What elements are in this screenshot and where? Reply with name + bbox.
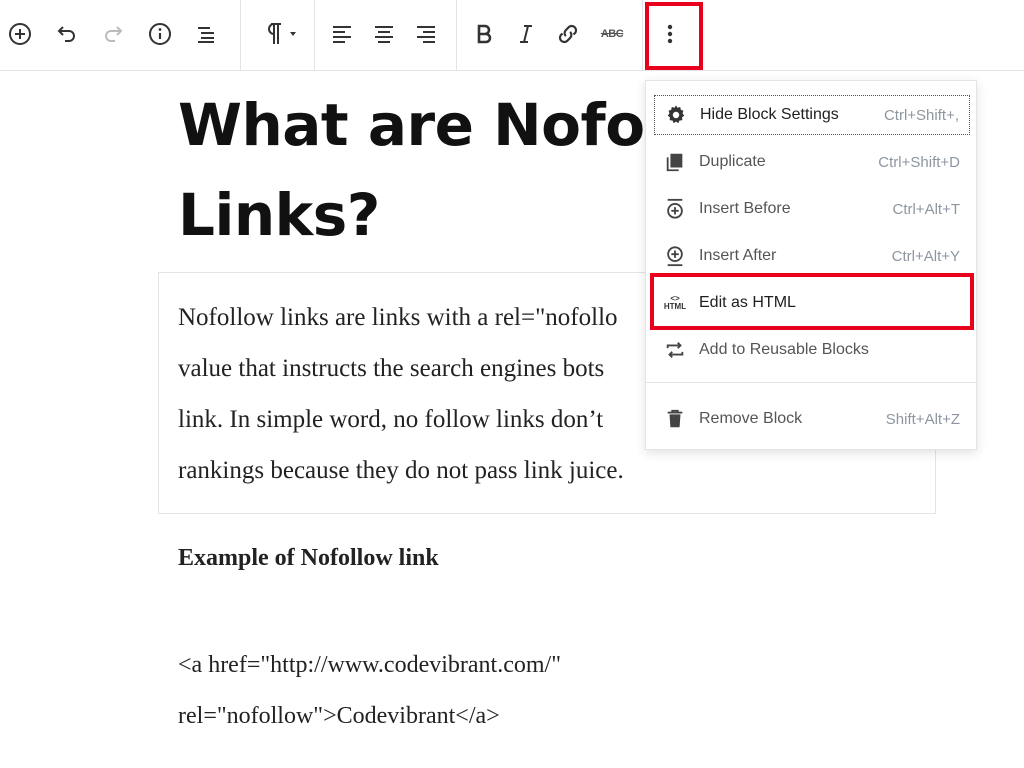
menu-divider [646, 382, 976, 383]
menu-item-label: Insert After [699, 247, 777, 264]
more-options-highlight [645, 2, 703, 70]
post-title-line: Links? [178, 181, 380, 249]
toolbar-divider [456, 0, 457, 70]
paragraph-icon [268, 23, 296, 44]
content-info-button[interactable] [140, 14, 180, 54]
menu-item-shortcut: Ctrl+Shift+D [878, 153, 960, 171]
post-title[interactable]: What are Nofo Links? [178, 80, 648, 260]
italic-button[interactable] [506, 14, 546, 54]
paragraph-line: Nofollow links are links with a rel="nof… [178, 304, 618, 331]
menu-item-label: Insert Before [699, 200, 791, 217]
align-left-button[interactable] [322, 14, 362, 54]
bold-icon [477, 24, 492, 44]
menu-item-insert-before[interactable]: Insert Before Ctrl+Alt+T [654, 189, 970, 229]
paragraph-line: rankings because they do not pass link j… [178, 457, 624, 484]
toolbar-divider [314, 0, 315, 70]
paragraph-text[interactable]: Nofollow links are links with a rel="nof… [178, 292, 648, 496]
undo-button[interactable] [46, 14, 86, 54]
reusable-icon [662, 337, 688, 363]
example-heading[interactable]: Example of Nofollow link [178, 545, 439, 572]
insert-before-icon [662, 196, 688, 222]
block-options-menu: Hide Block Settings Ctrl+Shift+, Duplica… [645, 80, 977, 450]
align-center-icon [375, 26, 393, 43]
menu-item-label: Add to Reusable Blocks [699, 341, 869, 358]
menu-item-remove-block[interactable]: Remove Block Shift+Alt+Z [654, 399, 970, 439]
code-line: rel="nofollow">Codevibrant</a> [178, 703, 500, 729]
trash-icon [662, 406, 688, 432]
block-type-switcher[interactable] [250, 14, 304, 54]
link-button[interactable] [548, 14, 588, 54]
menu-item-label: Remove Block [699, 410, 803, 427]
plus-circle-icon [9, 23, 31, 45]
menu-item-shortcut: Ctrl+Shift+, [883, 106, 959, 124]
bold-button[interactable] [464, 14, 504, 54]
menu-item-shortcut: Shift+Alt+Z [885, 410, 960, 428]
menu-item-label: Hide Block Settings [700, 106, 839, 123]
menu-item-duplicate[interactable]: Duplicate Ctrl+Shift+D [654, 142, 970, 182]
link-icon [558, 24, 578, 44]
block-navigation-button[interactable] [186, 14, 226, 54]
paragraph-line: value that instructs the search engines … [178, 355, 605, 382]
redo-icon [105, 26, 123, 42]
code-line: <a href="http://www.codevibrant.com/" [178, 652, 562, 678]
toolbar-divider [642, 0, 643, 70]
edit-as-html-highlight [650, 273, 974, 330]
menu-item-label: Duplicate [699, 153, 766, 170]
block-toolbar: ABC [0, 0, 1024, 71]
info-icon [149, 23, 171, 45]
align-right-icon [417, 26, 435, 43]
menu-item-add-to-reusable-blocks[interactable]: Add to Reusable Blocks [654, 330, 970, 370]
paragraph-line: link. In simple word, no follow links do… [178, 406, 604, 433]
undo-icon [57, 26, 75, 42]
menu-item-hide-block-settings[interactable]: Hide Block Settings Ctrl+Shift+, [654, 95, 970, 135]
menu-item-shortcut: Ctrl+Alt+T [892, 200, 960, 218]
add-block-button[interactable] [0, 14, 40, 54]
menu-item-shortcut: Ctrl+Alt+Y [891, 247, 960, 265]
strikethrough-button[interactable]: ABC [592, 14, 632, 54]
toolbar-divider [240, 0, 241, 70]
strikethrough-icon: ABC [600, 28, 624, 40]
italic-icon [520, 25, 532, 43]
list-view-icon [198, 27, 214, 43]
align-center-button[interactable] [364, 14, 404, 54]
gear-icon [663, 102, 689, 128]
code-example[interactable]: <a href="http://www.codevibrant.com/" re… [178, 640, 561, 742]
align-right-button[interactable] [406, 14, 446, 54]
duplicate-icon [662, 149, 688, 175]
post-title-line: What are Nofo [178, 91, 645, 159]
redo-button[interactable] [94, 14, 134, 54]
align-left-icon [333, 26, 351, 43]
insert-after-icon [662, 243, 688, 269]
menu-item-insert-after[interactable]: Insert After Ctrl+Alt+Y [654, 236, 970, 276]
